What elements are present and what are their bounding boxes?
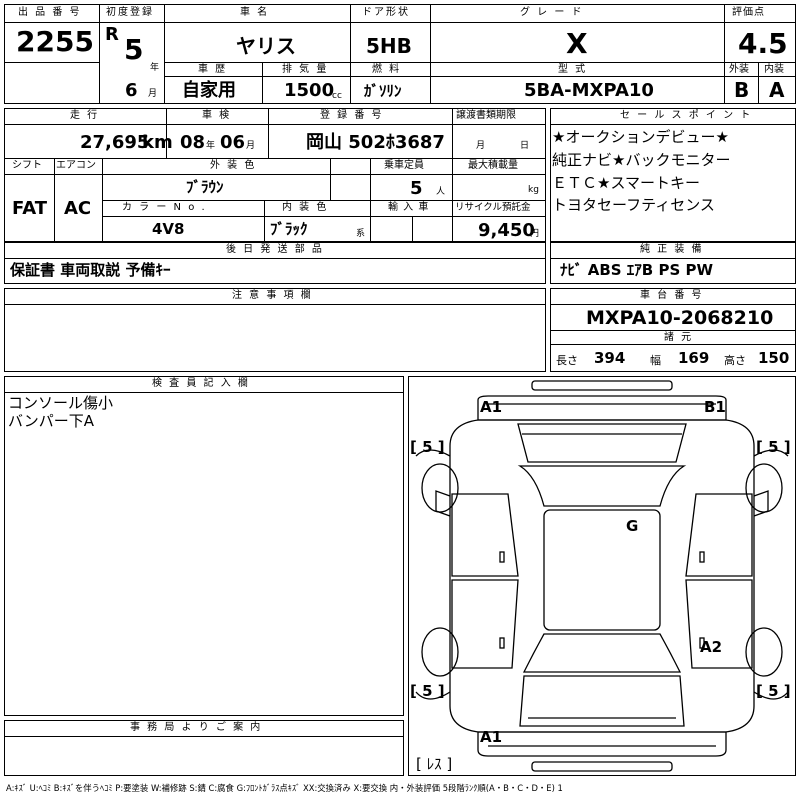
month-unit: 月: [148, 89, 158, 99]
sales-point-line: ★オークションデビュー★: [552, 128, 729, 146]
ac-value: AC: [64, 198, 92, 219]
mileage-label: 走 行: [70, 110, 100, 121]
documents-label: 後 日 発 送 部 品: [226, 244, 324, 255]
shift-value: FAT: [12, 198, 48, 219]
recycle-value: 9,450: [478, 220, 535, 241]
chassis-value: MXPA10-2068210: [586, 307, 774, 329]
spare-tire: [ ﾚｽ ]: [416, 755, 453, 773]
office-label: 事 務 局 よ り ご 案 内: [130, 722, 263, 733]
documents-value: 保証書 車両取説 予備ｷｰ: [10, 261, 171, 279]
equipment-value: ﾅﾋﾞ ABS ｴｱB PS PW: [560, 261, 714, 279]
exterior-label: 外装: [729, 64, 749, 75]
car-name-label: 車 名: [240, 7, 270, 18]
grade-value: X: [566, 27, 588, 60]
inspection-month-unit: 月: [246, 141, 256, 151]
sales-points-label: セ ー ル ス ポ イ ン ト: [620, 110, 753, 121]
capacity-unit: 人: [436, 187, 446, 197]
inspection-month: 06: [220, 132, 246, 153]
dims-label: 諸 元: [664, 332, 694, 343]
transfer-month-unit: 月: [476, 141, 486, 151]
shift-label: シフト: [12, 160, 42, 171]
fuel-label: 燃 料: [372, 64, 402, 75]
damage-a2: A2: [700, 638, 723, 656]
plate-label: 登 録 番 号: [320, 110, 384, 121]
damage-b1: B1: [704, 398, 726, 416]
model-label: 型 式: [558, 64, 588, 75]
damage-g-windshield: G: [626, 517, 639, 535]
grade-label: グ レ ー ド: [520, 7, 584, 18]
import-label: 輸 入 車: [388, 202, 430, 213]
width-value: 169: [678, 349, 710, 367]
first-reg-label: 初度登録: [106, 7, 154, 18]
color-no-label: カ ラ ー N o .: [122, 202, 207, 213]
transfer-label: 譲渡書類期限: [456, 110, 516, 121]
equipment-label: 純 正 装 備: [640, 244, 704, 255]
ext-color-label: 外 装 色: [210, 160, 257, 171]
load-label: 最大積載量: [468, 160, 518, 171]
inspection-year-unit: 年: [206, 141, 216, 151]
height-label: 高さ: [724, 354, 746, 367]
ac-label: エアコン: [56, 160, 96, 171]
length-label: 長さ: [556, 354, 578, 367]
car-name: ヤリス: [236, 34, 296, 58]
mileage-value: 27,695: [80, 132, 150, 153]
score-value: 4.5: [738, 27, 788, 60]
height-value: 150: [758, 349, 790, 367]
sales-point-line: 純正ナビ★バックモニター: [552, 151, 731, 169]
sales-point-line: ＥＴＣ★スマートキー: [552, 174, 700, 192]
transfer-day-unit: 日: [520, 141, 530, 151]
inspector-note: バンパー下A: [8, 412, 95, 430]
displacement-value: 1500: [284, 80, 335, 101]
sales-point-line: トヨタセーフティセンス: [552, 196, 715, 214]
chassis-label: 車 台 番 号: [640, 290, 704, 301]
tire-front-right: [ 5 ]: [756, 438, 791, 456]
tire-front-left: [ 5 ]: [410, 438, 445, 456]
damage-a1-front: A1: [480, 398, 503, 416]
recycle-label: リサイクル預託金: [455, 202, 531, 213]
lot-no-label: 出 品 番 号: [18, 7, 82, 18]
color-no-value: 4V8: [152, 220, 185, 238]
inspector-label: 検 査 員 記 入 欄: [152, 378, 250, 389]
capacity-value: 5: [410, 178, 423, 199]
notes-label: 注 意 事 項 欄: [232, 290, 313, 301]
car-outline-svg: [415, 380, 789, 772]
interior-label: 内装: [764, 64, 784, 75]
int-color-unit: 系: [356, 229, 366, 239]
year-unit: 年: [150, 63, 160, 73]
model-value: 5BA-MXPA10: [524, 80, 654, 101]
history-label: 車 歴: [198, 64, 228, 75]
door-value: 5HB: [366, 34, 412, 58]
displacement-label: 排 気 量: [282, 64, 329, 75]
length-value: 394: [594, 349, 626, 367]
lot-no: 2255: [16, 25, 94, 58]
history-value: 自家用: [182, 80, 236, 101]
score-label: 評価点: [732, 7, 765, 18]
capacity-label: 乗車定員: [384, 160, 424, 171]
recycle-unit: 円: [530, 229, 540, 239]
int-color-value: ﾌﾞﾗｯｸ: [270, 220, 308, 238]
int-color-label: 内 装 色: [282, 202, 329, 213]
tire-rear-left: [ 5 ]: [410, 682, 445, 700]
plate-value: 岡山 502ﾎ3687: [306, 132, 445, 153]
fuel-value: ｶﾞｿﾘﾝ: [364, 82, 402, 100]
cc-unit: cc: [332, 91, 342, 101]
legend-footer: A:ｷｽﾞ U:ﾍｺﾐ B:ｷｽﾞを伴うﾍｺﾐ P:要塗装 W:補修跡 S:錆 …: [6, 783, 563, 793]
damage-a1-rear: A1: [480, 728, 503, 746]
era-letter: R: [105, 24, 119, 45]
exterior-grade: B: [734, 78, 750, 102]
inspection-label: 車 検: [202, 110, 232, 121]
km-unit: km: [142, 132, 173, 153]
door-label: ドア形状: [362, 7, 410, 18]
load-unit: kg: [528, 185, 539, 195]
ext-color-value: ﾌﾞﾗｳﾝ: [186, 178, 224, 196]
reg-year: 5: [124, 33, 144, 66]
tire-rear-right: [ 5 ]: [756, 682, 791, 700]
inspector-note: コンソール傷小: [8, 394, 114, 412]
width-label: 幅: [650, 354, 661, 367]
reg-month: 6: [125, 80, 138, 101]
inspection-year: 08: [180, 132, 206, 153]
interior-grade: A: [769, 78, 785, 102]
